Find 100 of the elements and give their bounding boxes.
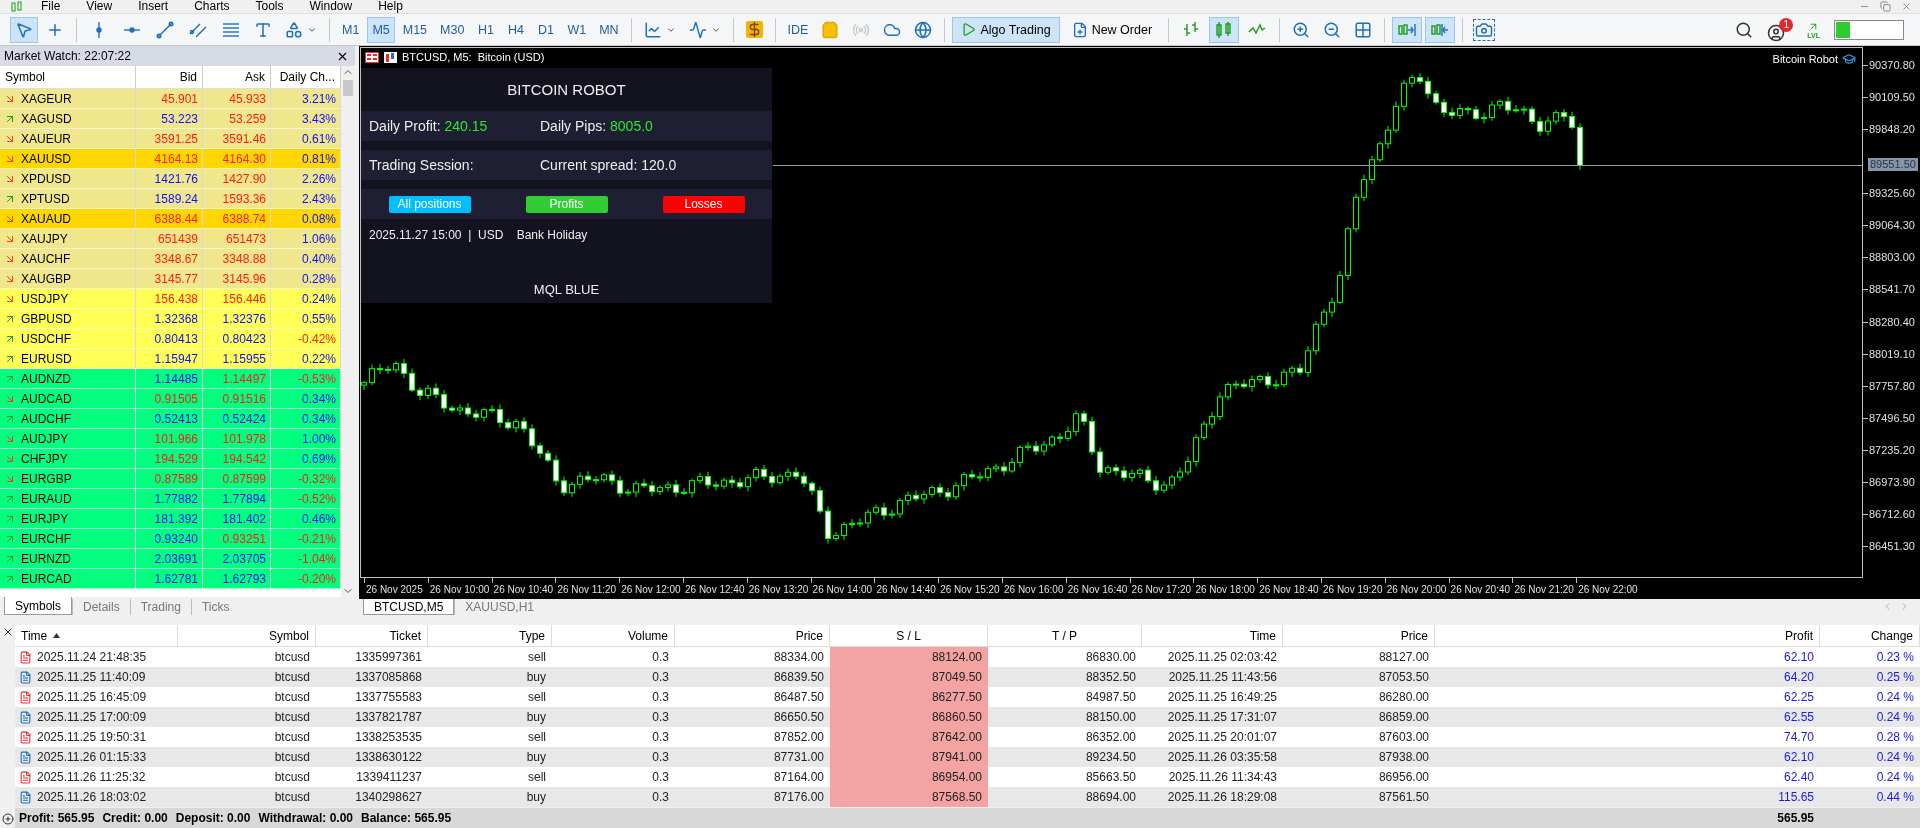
time-label: 26 Nov 18:00 [1195,584,1255,595]
filter-button[interactable]: Losses [662,195,745,213]
symbol-row[interactable]: AUDCAD 0.91505 0.91516 0.34% [0,389,341,409]
stop-loss-cell: 86954.00 [830,767,988,787]
account-button[interactable]: 1 [1767,17,1794,42]
trade-row[interactable]: 2025.11.25 19:50:31 btcusd 1338253535 sell 0.3 87852.00 87642.00 86352.00 2025.11.25 20:01:07 87603.00 74.70 0.28 % [15,727,1920,747]
bid-cell: 1.77882 [136,489,203,508]
table-cell-text: 89234.50 [1084,749,1137,766]
column-header[interactable]: Bid [136,66,203,88]
column-header[interactable]: Ticket [316,625,428,646]
column-header[interactable]: Time [15,625,178,646]
symbol-row[interactable]: CHFJPY 194.529 194.542 0.69% [0,449,341,469]
symbol-row[interactable]: EURNZD 2.03691 2.03705 -1.04% [0,549,341,569]
ask-cell: 1.32376 [203,309,271,328]
timeframe-button[interactable]: M1 [337,16,365,43]
trade-row[interactable]: 2025.11.25 11:40:09 btcusd 1337085868 buy 0.3 86839.50 87049.50 88352.50 2025.11.25 11:43:56 87053.50 64.20 0.25 % [15,667,1920,687]
symbol-row[interactable]: XPDUSD 1421.76 1427.90 2.26% [0,169,341,189]
toolbar-button[interactable] [1209,16,1240,43]
ask-cell: 101.978 [203,429,271,448]
restore-icon[interactable] [1880,1,1891,12]
timeframe-button[interactable]: M30 [435,16,470,43]
ask-cell: 194.542 [203,449,271,468]
toolbar-button[interactable] [10,16,38,43]
symbol-row[interactable]: USDJPY 156.438 156.446 0.24% [0,289,341,309]
stop-loss-cell: 87941.00 [830,747,988,767]
time-label: 26 Nov 16:00 [1004,584,1064,595]
bid-cell: 194.529 [136,449,203,468]
column-header[interactable]: Symbol [0,66,136,88]
toolbar-button[interactable]: Algo Trading [952,16,1060,43]
chart-tab[interactable]: BTCUSD,M5 [363,599,455,615]
table-cell-text: btcusd [273,769,311,786]
menu-item[interactable]: Tools [242,0,297,13]
timeframe-button[interactable]: W1 [562,16,592,43]
timeframe-button[interactable]: MN [594,16,624,43]
symbol-row[interactable]: XAUEUR 3591.25 3591.46 0.61% [0,129,341,149]
time-label: 26 Nov 17:20 [1131,584,1192,595]
price-label: 89325.60 [1869,187,1915,201]
symbol-row[interactable]: EURJPY 181.392 181.402 0.46% [0,509,341,529]
toolbar-button[interactable]: New Order [1062,16,1162,43]
column-header[interactable]: Price [675,625,830,646]
timeframe-button[interactable]: H4 [502,16,530,43]
trade-row[interactable]: 2025.11.25 16:45:09 btcusd 1337755583 sell 0.3 86487.50 86277.50 84987.50 2025.11.25 16:49:25 86280.00 62.25 0.24 % [15,687,1920,707]
symbol-row[interactable]: EURAUD 1.77882 1.77894 -0.52% [0,489,341,509]
table-cell-text: btcusd [273,709,311,726]
menu-item[interactable]: File [28,0,74,13]
symbol-row[interactable]: XAUGBP 3145.77 3145.96 0.28% [0,269,341,289]
column-header[interactable]: Volume [552,625,675,646]
column-header[interactable]: Price [1283,625,1435,646]
column-header[interactable]: Change [1820,625,1920,646]
search-icon[interactable] [1735,20,1754,39]
symbol-row[interactable]: XAGUSD 53.223 53.259 3.43% [0,109,341,129]
timeframe-button[interactable]: D1 [532,16,560,43]
symbol-row[interactable]: EURGBP 0.87589 0.87599 -0.32% [0,469,341,489]
column-header[interactable]: Profit [1435,625,1820,646]
toolbar-button[interactable] [1425,16,1456,43]
grid-icon [1354,20,1373,39]
bid-cell: 53.223 [136,109,203,128]
trade-row[interactable]: 2025.11.26 11:25:32 btcusd 1339411237 sell 0.3 87164.00 86954.00 85663.50 2025.11.26 11:34:43 86956.00 62.40 0.24 % [15,767,1920,787]
trade-row[interactable]: 2025.11.24 21:48:35 btcusd 1335997361 sell 0.3 88334.00 88124.00 86830.00 2025.11.25 02:03:42 88127.00 62.10 0.23 % [15,647,1920,667]
symbol-row[interactable]: AUDJPY 101.966 101.978 1.00% [0,429,341,449]
column-header[interactable]: S / L [830,625,988,646]
expand-icon[interactable] [1,813,14,825]
scroll-thumb[interactable] [343,80,353,96]
symbol-row[interactable]: AUDNZD 1.14485 1.14497 -0.53% [0,369,341,389]
column-header[interactable]: Symbol [178,625,316,646]
symbol-row[interactable]: XAUJPY 651439 651473 1.06% [0,229,341,249]
graduation-cap-icon [1842,52,1856,66]
trade-row[interactable]: 2025.11.25 17:00:09 btcusd 1337821787 buy 0.3 86650.50 86860.50 88150.00 2025.11.25 17:31:07 86859.00 62.55 0.24 % [15,707,1920,727]
column-header[interactable]: Type [428,625,552,646]
symbol-row[interactable]: XPTUSD 1589.24 1593.36 2.43% [0,189,341,209]
symbol-name: GBPUSD [21,311,72,326]
symbol-row[interactable]: XAUCHF 3348.67 3348.88 0.40% [0,249,341,269]
tab[interactable]: Symbols [4,597,72,615]
column-header[interactable]: T / P [988,625,1142,646]
toolbar-button[interactable] [1392,16,1423,43]
symbol-row[interactable]: EURUSD 1.15947 1.15955 0.22% [0,349,341,369]
menu-item[interactable]: Help [365,0,416,13]
symbol-row[interactable]: XAUAUD 6388.44 6388.74 0.08% [0,209,341,229]
menu-item[interactable]: View [73,0,126,13]
timeframe-button[interactable]: M15 [397,16,433,43]
symbol-row[interactable]: XAUUSD 4164.13 4164.30 0.81% [0,149,341,169]
trade-row[interactable]: 2025.11.26 18:03:02 btcusd 1340298627 buy 0.3 87176.00 87568.50 88694.00 2025.11.26 18:29:08 87561.50 115.65 0.44 % [15,787,1920,807]
symbol-row[interactable]: AUDCHF 0.52413 0.52424 0.34% [0,409,341,429]
table-cell-text: 62.10 [1782,749,1815,766]
symbol-row[interactable]: EURCHF 0.93240 0.93251 -0.21% [0,529,341,549]
timeframe-button[interactable]: H1 [472,16,500,43]
stop-loss-cell: 87642.00 [830,727,988,747]
column-header[interactable]: Time [1142,625,1283,646]
menu-item[interactable]: Charts [181,0,243,13]
timeframe-button[interactable]: IDE [782,16,814,43]
symbol-row[interactable]: GBPUSD 1.32368 1.32376 0.55% [0,309,341,329]
column-header[interactable]: Ask [203,66,271,88]
menu-item[interactable]: Insert [125,0,182,13]
symbol-row[interactable]: EURCAD 1.62781 1.62793 -0.20% [0,569,341,589]
symbol-row[interactable]: XAGEUR 45.901 45.933 3.21% [0,89,341,109]
symbol-row[interactable]: USDCHF 0.80413 0.80423 -0.42% [0,329,341,349]
trade-row[interactable]: 2025.11.26 01:15:33 btcusd 1338630122 buy 0.3 87731.00 87941.00 89234.50 2025.11.26 03:35:58 87938.00 62.10 0.24 % [15,747,1920,767]
trendline-icon[interactable] [155,19,175,40]
menu-item[interactable]: Window [296,0,366,13]
timeframe-button[interactable]: M5 [367,16,395,43]
